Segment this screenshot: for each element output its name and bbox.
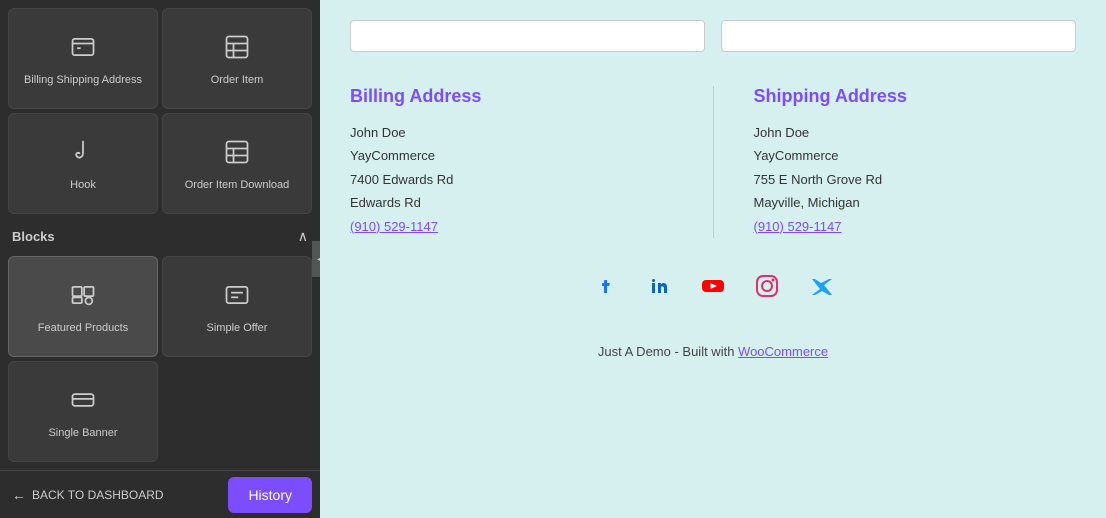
youtube-svg (699, 272, 727, 300)
block-order-item[interactable]: Order Item (162, 8, 312, 109)
featured-products-svg (69, 281, 97, 309)
order-item-download-icon (223, 138, 251, 172)
billing-address-title: Billing Address (350, 86, 673, 107)
block-single-banner-label: Single Banner (48, 426, 117, 440)
back-arrow-icon: ← (12, 487, 26, 503)
shipping-address2: Mayville, Michigan (754, 191, 1077, 214)
sidebar: Billing Shipping Address Order Item Hook (0, 0, 320, 518)
billing-name: John Doe (350, 121, 673, 144)
facebook-svg (591, 272, 619, 300)
linkedin-icon[interactable] (641, 268, 677, 304)
billing-company: YayCommerce (350, 144, 673, 167)
top-input-left[interactable] (350, 20, 705, 52)
order-item-svg (223, 33, 251, 61)
address-section: Billing Address John Doe YayCommerce 740… (350, 86, 1076, 238)
back-dashboard-button[interactable]: ← BACK TO DASHBOARD (0, 471, 220, 518)
main-content: Billing Address John Doe YayCommerce 740… (320, 0, 1106, 518)
footer-link[interactable]: WooCommerce (738, 344, 828, 359)
linkedin-svg (645, 272, 673, 300)
single-banner-icon (69, 386, 97, 420)
social-icons-section (350, 268, 1076, 304)
panel-collapse-handle[interactable]: ◀ (312, 241, 320, 277)
hook-icon (69, 138, 97, 172)
block-billing-shipping-label: Billing Shipping Address (24, 73, 142, 87)
block-simple-offer-label: Simple Offer (207, 321, 268, 335)
shipping-address-text: John Doe YayCommerce 755 E North Grove R… (754, 121, 1077, 238)
back-dashboard-label: BACK TO DASHBOARD (32, 488, 164, 502)
billing-address1: 7400 Edwards Rd (350, 168, 673, 191)
billing-shipping-icon (69, 33, 97, 67)
single-banner-svg (69, 386, 97, 414)
block-order-item-download-label: Order Item Download (185, 178, 290, 192)
billing-address-block: Billing Address John Doe YayCommerce 740… (350, 86, 673, 238)
address-divider (713, 86, 714, 238)
billing-address2: Edwards Rd (350, 191, 673, 214)
block-hook-label: Hook (70, 178, 96, 192)
shipping-address1: 755 E North Grove Rd (754, 168, 1077, 191)
shipping-address-title: Shipping Address (754, 86, 1077, 107)
block-order-item-download[interactable]: Order Item Download (162, 113, 312, 214)
billing-address-text: John Doe YayCommerce 7400 Edwards Rd Edw… (350, 121, 673, 238)
block-featured-products[interactable]: Featured Products (8, 256, 158, 357)
billing-phone[interactable]: (910) 529-1147 (350, 215, 673, 238)
block-hook[interactable]: Hook (8, 113, 158, 214)
simple-offer-svg (223, 281, 251, 309)
block-featured-products-label: Featured Products (38, 321, 129, 335)
blocks-grid: Billing Shipping Address Order Item Hook (0, 0, 320, 470)
top-input-right[interactable] (721, 20, 1076, 52)
collapse-icon[interactable]: ∧ (298, 228, 308, 245)
block-billing-shipping[interactable]: Billing Shipping Address (8, 8, 158, 109)
facebook-icon[interactable] (587, 268, 623, 304)
block-single-banner[interactable]: Single Banner (8, 361, 158, 462)
sidebar-bottom: ← BACK TO DASHBOARD History (0, 470, 320, 518)
block-order-item-label: Order Item (211, 73, 264, 87)
footer-text: Just A Demo - Built with (598, 344, 738, 359)
order-item-download-svg (223, 138, 251, 166)
top-inputs-row (350, 20, 1076, 52)
block-simple-offer[interactable]: Simple Offer (162, 256, 312, 357)
shipping-name: John Doe (754, 121, 1077, 144)
instagram-svg (753, 272, 781, 300)
instagram-icon[interactable] (749, 268, 785, 304)
panel-handle-icon: ◀ (317, 254, 320, 265)
blocks-title: Blocks (12, 229, 55, 244)
shipping-address-block: Shipping Address John Doe YayCommerce 75… (754, 86, 1077, 238)
twitter-icon[interactable] (803, 268, 839, 304)
footer-section: Just A Demo - Built with WooCommerce (350, 344, 1076, 359)
billing-shipping-svg (69, 33, 97, 61)
order-item-icon (223, 33, 251, 67)
history-button[interactable]: History (228, 477, 312, 513)
shipping-company: YayCommerce (754, 144, 1077, 167)
history-label: History (248, 487, 292, 503)
simple-offer-icon (223, 281, 251, 315)
twitter-svg (807, 272, 835, 300)
youtube-icon[interactable] (695, 268, 731, 304)
featured-products-icon (69, 281, 97, 315)
shipping-phone[interactable]: (910) 529-1147 (754, 215, 1077, 238)
hook-svg (69, 138, 97, 166)
blocks-section-header: Blocks ∧ (8, 218, 312, 252)
